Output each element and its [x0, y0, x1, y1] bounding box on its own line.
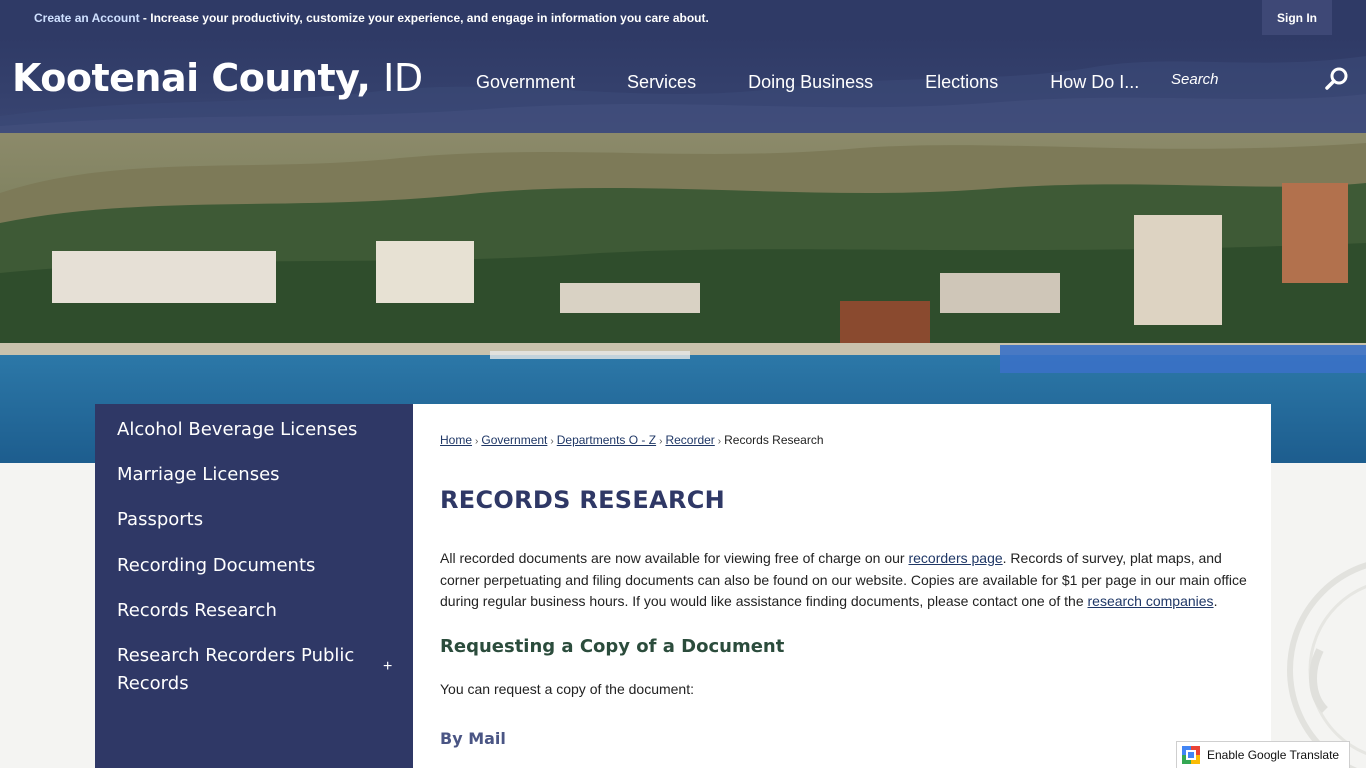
translate-label: Enable Google Translate [1207, 748, 1340, 762]
site-header: Kootenai County, ID Government Services … [0, 36, 1366, 133]
breadcrumb-recorder[interactable]: Recorder [665, 433, 714, 447]
sidebar-item-marriage-licenses[interactable]: Marriage Licenses [117, 461, 280, 489]
utility-bar: Create an Account - Increase your produc… [0, 0, 1366, 36]
sidebar-item-alcohol-beverage-licenses[interactable]: Alcohol Beverage Licenses [117, 416, 357, 444]
breadcrumb-separator: › [475, 436, 479, 447]
nav-services[interactable]: Services [627, 72, 696, 93]
search-icon[interactable] [1324, 66, 1350, 92]
sidebar-item-research-recorders-public-records[interactable]: Research Recorders Public Records [117, 642, 357, 698]
breadcrumb: Home › Government › Departments O - Z › Record… [440, 433, 824, 447]
site-logo[interactable]: Kootenai County, ID [12, 56, 423, 100]
nav-doing-business[interactable]: Doing Business [748, 72, 873, 93]
search-input[interactable] [1160, 64, 1320, 94]
main-content: Home › Government › Departments O - Z › Record… [413, 404, 1271, 768]
intro-text-1: All recorded documents are now available… [440, 550, 909, 566]
subheading-by-mail: By Mail [440, 729, 506, 748]
nav-elections[interactable]: Elections [925, 72, 998, 93]
google-translate-button[interactable]: Enable Google Translate [1176, 741, 1350, 768]
breadcrumb-separator: › [550, 436, 554, 447]
create-account-link[interactable]: Create an Account [34, 11, 140, 25]
breadcrumb-separator: › [659, 436, 663, 447]
search-box [1160, 64, 1350, 94]
sign-in-button[interactable]: Sign In [1262, 0, 1332, 35]
site-logo-state: ID [383, 56, 423, 100]
intro-text-3: . [1213, 593, 1218, 609]
breadcrumb-home[interactable]: Home [440, 433, 472, 447]
page-title: RECORDS RESEARCH [440, 486, 726, 514]
sidebar-item-passports[interactable]: Passports [117, 506, 203, 534]
request-copy-text: You can request a copy of the document: [440, 681, 694, 697]
sidebar-nav: Alcohol Beverage Licenses Marriage Licen… [95, 404, 413, 768]
sidebar-item-records-research[interactable]: Records Research [117, 597, 277, 625]
nav-government[interactable]: Government [476, 72, 575, 93]
sidebar-item-recording-documents[interactable]: Recording Documents [117, 552, 315, 580]
breadcrumb-departments[interactable]: Departments O - Z [557, 433, 656, 447]
intro-paragraph: All recorded documents are now available… [440, 548, 1250, 613]
section-heading-request-copy: Requesting a Copy of a Document [440, 636, 785, 657]
county-seal-watermark [1287, 562, 1366, 768]
recorders-page-link[interactable]: recorders page [908, 550, 1002, 566]
breadcrumb-separator: › [717, 436, 722, 447]
breadcrumb-current: Records Research [724, 433, 824, 447]
create-account-text: - Increase your productivity, customize … [139, 11, 709, 25]
breadcrumb-government[interactable]: Government [481, 433, 547, 447]
nav-how-do-i[interactable]: How Do I... [1050, 72, 1139, 93]
site-logo-county: Kootenai County, [12, 56, 371, 100]
google-translate-icon [1182, 746, 1200, 764]
research-companies-link[interactable]: research companies [1088, 593, 1214, 609]
main-nav: Government Services Doing Business Elect… [476, 72, 1139, 93]
expand-submenu-icon[interactable]: + [383, 658, 392, 676]
create-account-message: Create an Account - Increase your produc… [34, 11, 709, 25]
